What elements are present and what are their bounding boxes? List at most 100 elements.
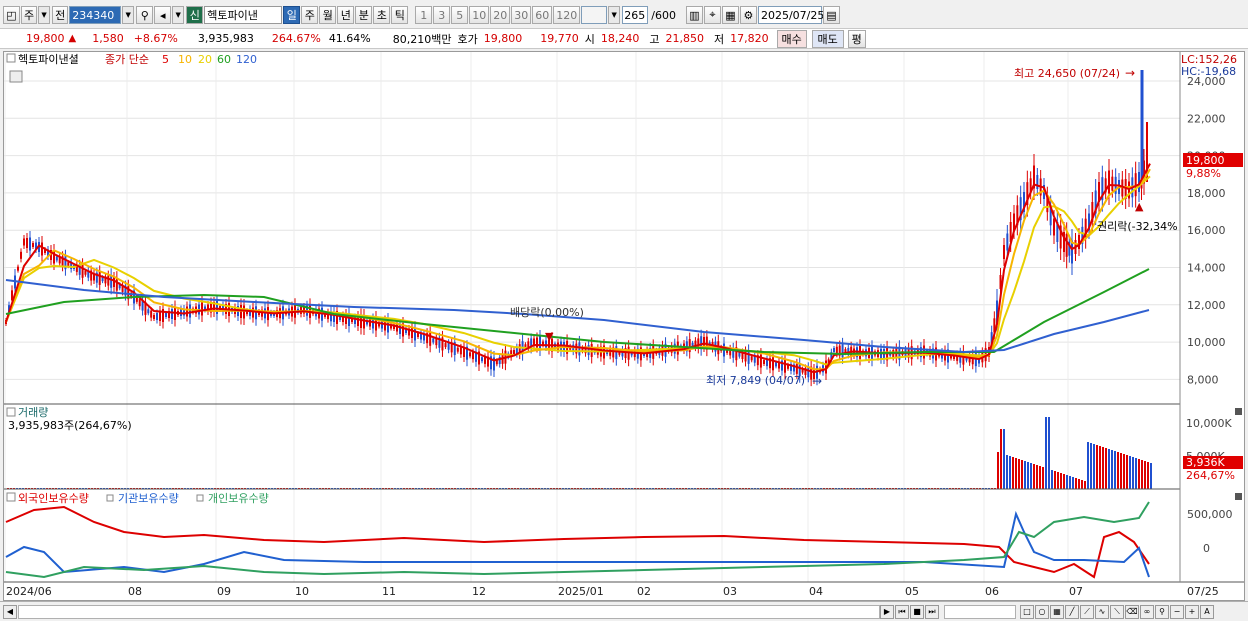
wave-icon[interactable]: ∿ [1095,604,1109,619]
xaxis-label: 07 [1069,585,1083,598]
candle-body [32,243,34,247]
scroll-right-icon[interactable]: ▶ [880,604,894,619]
count-input[interactable]: 265 [622,6,649,24]
panel-close-icon[interactable] [1235,493,1242,500]
chevron-down-icon[interactable]: ▼ [38,6,51,24]
candle-body [481,357,483,362]
volume-bar [1000,429,1002,489]
period-week-tab[interactable]: 주 [301,6,319,24]
candle-body [255,306,257,320]
period-second-tab[interactable]: 초 [373,6,391,24]
interval-60-button[interactable]: 60 [532,6,553,24]
panel-menu-icon[interactable] [106,494,114,502]
stop-icon[interactable]: ■ [910,604,924,619]
candle-body [750,356,753,361]
price-change: 1,580 [92,32,124,45]
candle-body [539,336,541,350]
candle-body [20,251,22,259]
diagonal-icon[interactable]: ⟍ [1110,604,1124,619]
speaker-icon[interactable]: ◂ [154,6,172,24]
chevron-down-icon[interactable]: ▼ [122,6,135,24]
interval-5-button[interactable]: 5 [451,6,469,24]
plus-icon[interactable]: + [1185,604,1199,619]
chevron-down-icon[interactable]: ▼ [608,6,621,24]
ruler-icon[interactable]: ▦ [721,6,739,24]
candle-body [1006,233,1009,251]
zoom-slider[interactable] [944,604,1016,619]
xaxis-label: 10 [295,585,309,598]
period-tick-tab[interactable]: 틱 [391,6,409,24]
interval-1-button[interactable]: 1 [415,6,433,24]
minus-icon[interactable]: − [1170,604,1184,619]
stock-chart-svg[interactable]: 헥토파이낸셜 종가 단순 5 10 20 60 120 최고 24,650 (0… [4,52,1244,600]
erase-icon[interactable]: ⌫ [1125,604,1139,619]
horizontal-scrollbar[interactable] [18,604,880,619]
interval-3-button[interactable]: 3 [433,6,451,24]
chart-type-icon[interactable]: ▦ [1050,604,1064,619]
volume-bar [1021,460,1023,489]
ma60-legend: 60 [217,53,231,66]
volume-bar [1054,471,1056,489]
window-icon[interactable]: ◰ [3,6,20,24]
panel-menu-icon[interactable] [6,492,16,502]
bottom-bar: ◀ ▶ ⏮ ■ ⏭ □ ○ ▦ ╱ ⟋ ∿ ⟍ ⌫ ∞ ⚲ − + A [0,601,1248,621]
chart-area[interactable]: 헥토파이낸셜 종가 단순 5 10 20 60 120 최고 24,650 (0… [3,51,1245,601]
first-page-icon[interactable]: ⏮ [895,604,909,619]
candle-body [484,356,486,364]
panel-menu-icon[interactable] [6,407,16,417]
volume-bar [1066,475,1068,489]
volume-bar [1135,458,1137,489]
bid-label: 호가 [457,32,478,46]
gear-icon[interactable]: ⚙ [739,6,757,24]
panel-menu-icon[interactable] [196,494,204,502]
candle-body [81,264,84,278]
panel-menu-icon[interactable] [6,53,16,63]
volume-bar [1048,417,1050,489]
interval-20-button[interactable]: 20 [490,6,511,24]
line-draw-icon[interactable]: ╱ [1065,604,1079,619]
candle-icon[interactable]: ▥ [685,6,703,24]
eval-button[interactable]: 평 [847,29,866,48]
prev-button[interactable]: 전 [52,6,69,24]
interval-10-button[interactable]: 10 [469,6,490,24]
candle-body [833,348,835,352]
volume-bar [1033,464,1035,489]
trend-line-icon[interactable]: ⟋ [1080,604,1094,619]
period-month-tab[interactable]: 월 [319,6,337,24]
panel-close-icon[interactable] [1235,408,1242,415]
open-price: 18,240 [600,32,640,45]
crosshair-icon[interactable]: ⌖ [703,6,721,24]
zoom-icon[interactable]: ⚲ [1155,604,1169,619]
stock-code-input[interactable]: 234340 [69,6,122,24]
calendar-icon[interactable]: ▤ [822,6,840,24]
scroll-left-icon[interactable]: ◀ [3,604,17,619]
link-icon[interactable]: ∞ [1140,604,1154,619]
interval-120-button[interactable]: 120 [553,6,581,24]
interval-30-button[interactable]: 30 [511,6,532,24]
auto-scale-icon[interactable]: A [1200,604,1214,619]
period-minute-tab[interactable]: 분 [355,6,373,24]
circle-select-icon[interactable]: ○ [1035,604,1049,619]
custom-interval-input[interactable] [581,6,608,24]
candle-body [417,333,419,337]
volume-bar [1057,472,1059,489]
buy-button[interactable]: 매수 [776,29,807,48]
last-page-icon[interactable]: ⏭ [925,604,939,619]
candle-body [150,310,153,318]
period-year-tab[interactable]: 년 [337,6,355,24]
candle-body [841,344,844,358]
price-yaxis-label: 16,000 [1187,224,1226,237]
holdings-yaxis-label: 0 [1203,542,1210,555]
period-day-tab[interactable]: 일 [283,6,301,24]
rect-select-icon[interactable]: □ [1020,604,1034,619]
volume-bar [1024,461,1026,489]
chevron-down-icon[interactable]: ▼ [172,6,185,24]
gridlines [4,52,1180,582]
table-icon[interactable] [9,70,23,83]
search-icon[interactable]: ⚲ [136,6,154,24]
sell-button[interactable]: 매도 [811,29,844,48]
date-input[interactable]: 2025/07/25 [757,6,824,24]
type-select[interactable]: 주 [21,6,38,24]
xaxis-label: 03 [723,585,737,598]
volume-pct: 264.67% [271,32,321,45]
